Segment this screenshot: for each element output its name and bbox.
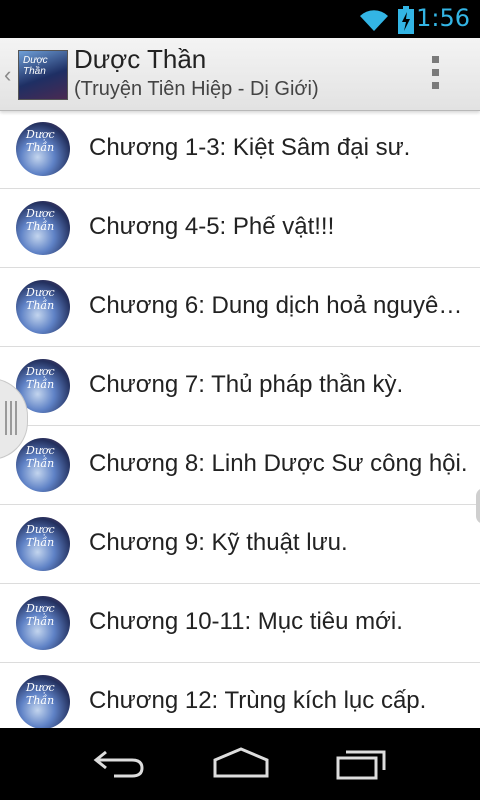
battery-charging-icon xyxy=(398,6,414,34)
chapter-title: Chương 10-11: Mục tiêu mới. xyxy=(89,608,403,635)
avatar: Dược Thần xyxy=(16,675,70,728)
avatar-label: Dược Thần xyxy=(26,207,55,233)
status-bar: 1:56 xyxy=(0,0,480,38)
chapter-title: Chương 9: Kỹ thuật lưu. xyxy=(89,529,348,556)
avatar-label: Dược Thần xyxy=(26,523,55,549)
chapter-title: Chương 8: Linh Dược Sư công hội. xyxy=(89,450,468,477)
avatar-label: Dược Thần xyxy=(26,681,55,707)
list-item[interactable]: Dược Thần Chương 4-5: Phế vật!!! xyxy=(0,189,480,268)
overflow-menu-icon[interactable] xyxy=(432,56,439,95)
avatar: Dược Thần xyxy=(16,280,70,334)
page-title: Dược Thần xyxy=(74,44,207,74)
list-item[interactable]: Dược Thần Chương 10-11: Mục tiêu mới. xyxy=(0,584,480,663)
app-icon-label: Dược Thần xyxy=(23,55,48,77)
avatar: Dược Thần xyxy=(16,122,70,176)
avatar: Dược Thần xyxy=(16,438,70,492)
wifi-icon xyxy=(360,10,388,32)
chapter-title: Chương 12: Trùng kích lục cấp. xyxy=(89,687,427,714)
list-item[interactable]: Dược Thần Chương 8: Linh Dược Sư công hộ… xyxy=(0,426,480,505)
avatar-label: Dược Thần xyxy=(26,365,55,391)
action-bar: ‹ Dược Thần Dược Thần (Truyện Tiên Hiệp … xyxy=(0,38,480,111)
navigation-bar xyxy=(0,728,480,800)
recent-apps-icon[interactable] xyxy=(334,746,390,782)
chevron-left-icon[interactable]: ‹ xyxy=(4,62,11,88)
back-icon[interactable] xyxy=(92,746,148,782)
avatar: Dược Thần xyxy=(16,596,70,650)
list-item[interactable]: Dược Thần Chương 6: Dung dịch hoả nguyên… xyxy=(0,268,480,347)
avatar-label: Dược Thần xyxy=(26,602,55,628)
list-item[interactable]: Dược Thần Chương 12: Trùng kích lục cấp. xyxy=(0,663,480,728)
status-time: 1:56 xyxy=(416,4,470,32)
avatar: Dược Thần xyxy=(16,201,70,255)
chapter-list[interactable]: Dược Thần Chương 1-3: Kiệt Sâm đại sư. D… xyxy=(0,110,480,728)
home-icon[interactable] xyxy=(212,746,270,782)
list-item[interactable]: Dược Thần Chương 9: Kỹ thuật lưu. xyxy=(0,505,480,584)
chapter-title: Chương 6: Dung dịch hoả nguyên thủy. xyxy=(89,292,469,319)
list-item[interactable]: Dược Thần Chương 7: Thủ pháp thần kỳ. xyxy=(0,347,480,426)
avatar: Dược Thần xyxy=(16,517,70,571)
chapter-title: Chương 1-3: Kiệt Sâm đại sư. xyxy=(89,134,411,161)
avatar-label: Dược Thần xyxy=(26,444,55,470)
page-subtitle: (Truyện Tiên Hiệp - Dị Giới) xyxy=(74,78,319,100)
app-icon[interactable]: Dược Thần xyxy=(18,50,68,100)
list-item[interactable]: Dược Thần Chương 1-3: Kiệt Sâm đại sư. xyxy=(0,110,480,189)
avatar-label: Dược Thần xyxy=(26,128,55,154)
avatar-label: Dược Thần xyxy=(26,286,55,312)
chapter-title: Chương 7: Thủ pháp thần kỳ. xyxy=(89,371,404,398)
drawer-handle-right[interactable] xyxy=(476,488,480,524)
chapter-title: Chương 4-5: Phế vật!!! xyxy=(89,213,335,240)
